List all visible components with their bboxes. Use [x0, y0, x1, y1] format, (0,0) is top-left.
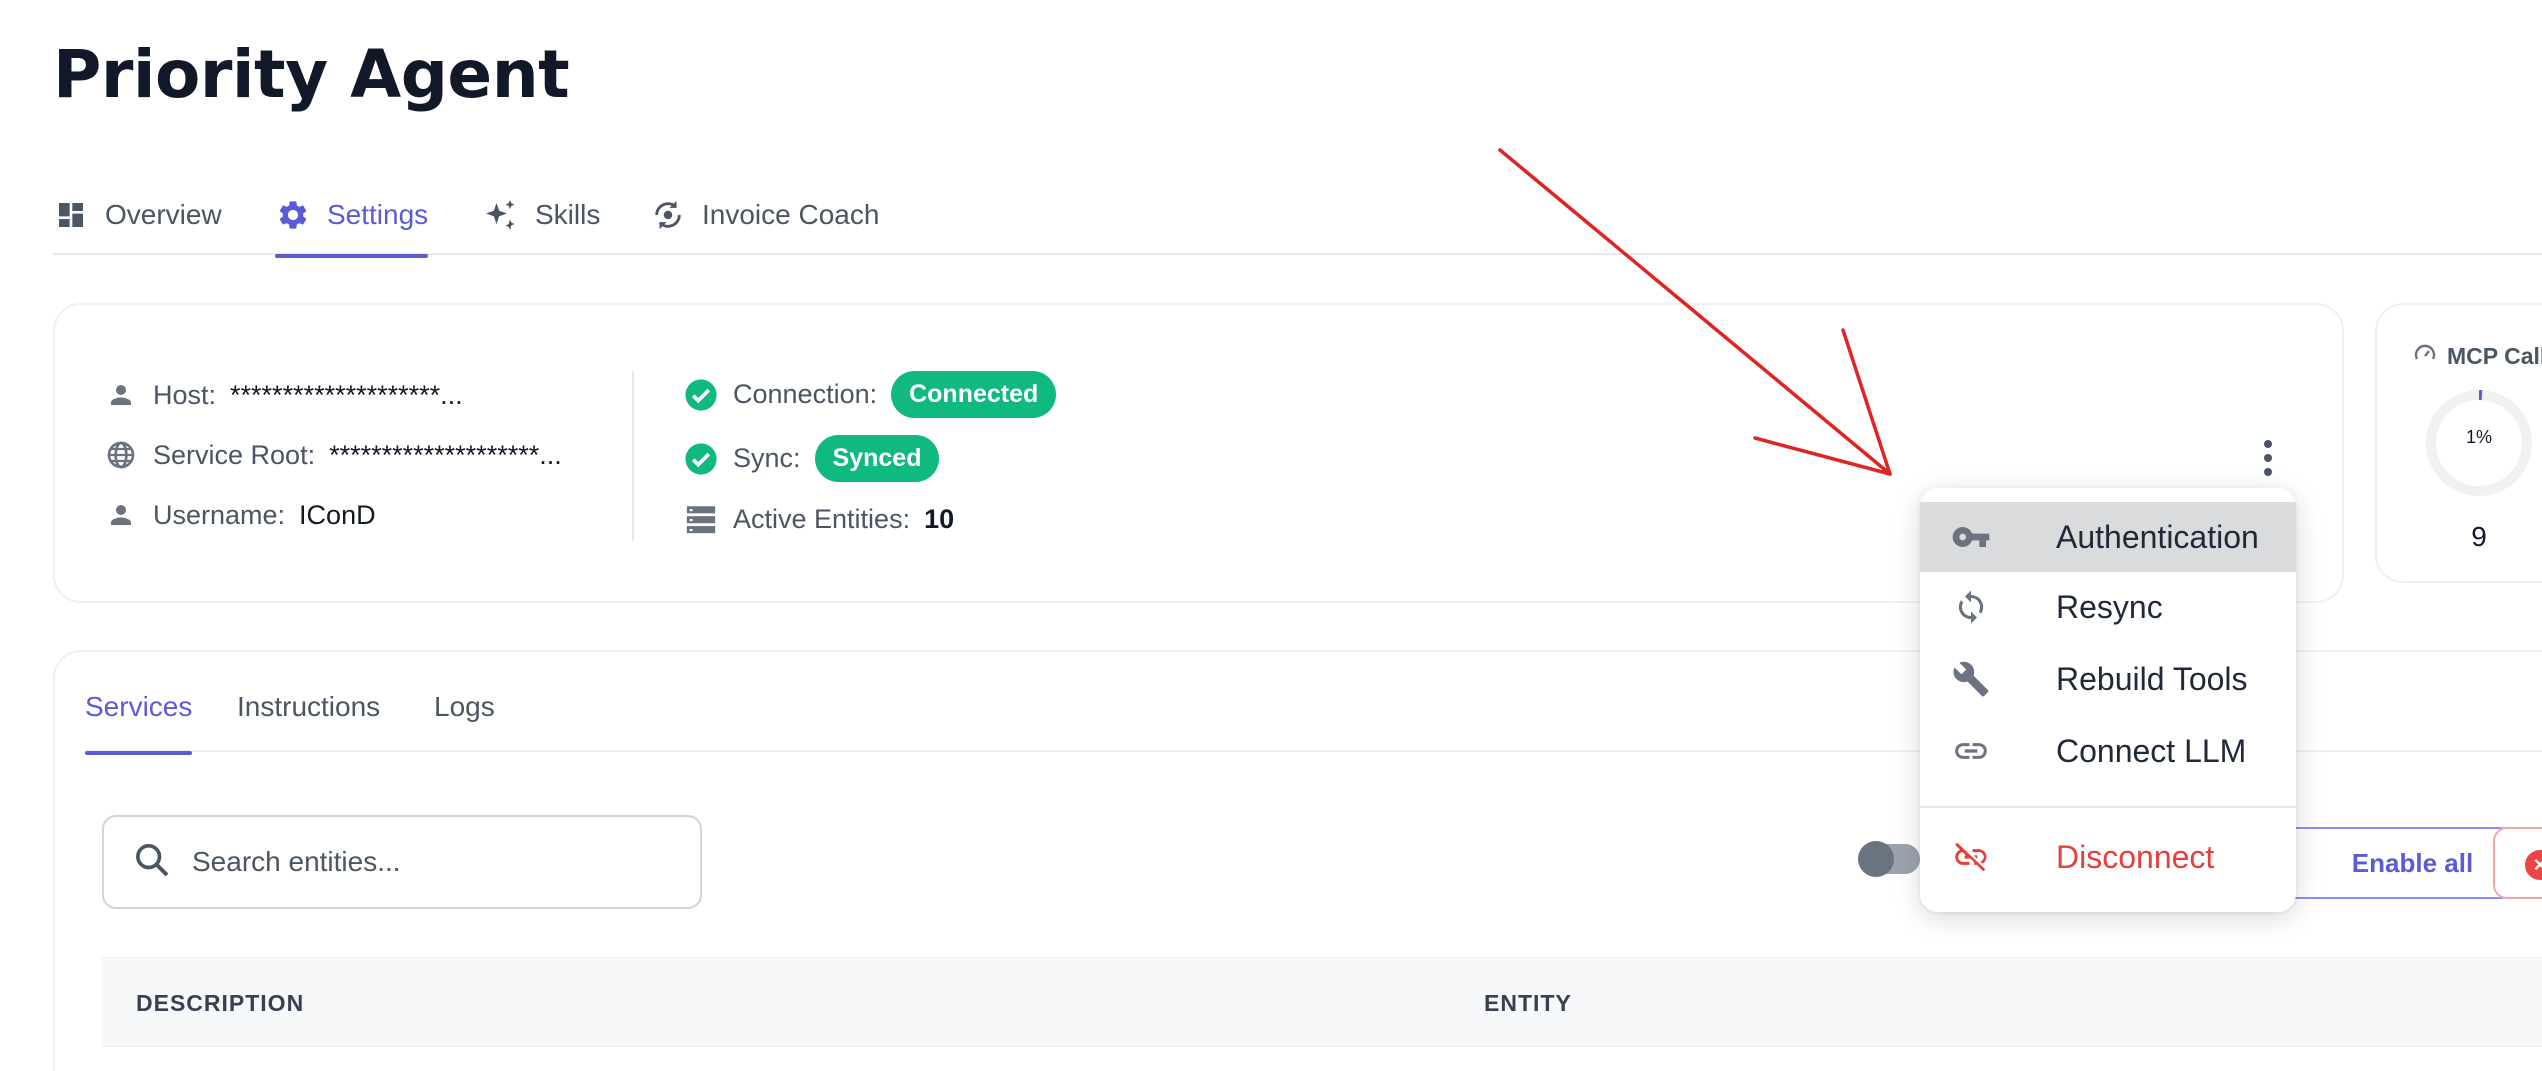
username-row: Username: IConD: [103, 497, 376, 533]
active-entities-label: Active Entities:: [733, 503, 911, 534]
mcp-call-count: 9: [2471, 521, 2487, 552]
more-options-button[interactable]: [2248, 430, 2288, 490]
tab-skills[interactable]: Skills: [483, 175, 600, 255]
search-box: [102, 815, 702, 909]
link-icon: [1950, 730, 1992, 772]
service-root-row: Service Root: ********************...: [103, 437, 562, 473]
wrench-icon: [1950, 658, 1992, 700]
gear-icon: [275, 197, 311, 233]
host-value: ********************...: [230, 379, 463, 410]
page-title: Priority Agent: [53, 36, 570, 113]
menu-item-resync[interactable]: Resync: [1920, 572, 2296, 642]
tab-invoice-coach[interactable]: Invoice Coach: [650, 175, 879, 255]
table-header: DESCRIPTION ENTITY: [102, 957, 2542, 1047]
sync-status-badge: Synced: [814, 435, 940, 482]
menu-item-connect-llm[interactable]: Connect LLM: [1920, 716, 2296, 786]
tab-settings-label: Settings: [327, 199, 429, 230]
username-label: Username:: [153, 499, 286, 530]
tab-skills-label: Skills: [535, 199, 601, 230]
mcp-gauge-percent: 1%: [2465, 427, 2492, 447]
check-circle-icon: [683, 377, 719, 413]
menu-item-disconnect[interactable]: Disconnect: [1920, 822, 2296, 892]
tab-overview[interactable]: Overview: [53, 175, 222, 255]
tab-invoice-coach-label: Invoice Coach: [702, 199, 880, 230]
dashboard-icon: [53, 197, 89, 233]
mcp-calls-card: MCP Call 1% 9: [2375, 303, 2542, 583]
sync-icon: [1950, 586, 1992, 628]
disable-all-button[interactable]: ×: [2493, 827, 2542, 899]
service-root-value: ********************...: [329, 439, 562, 470]
connection-status-badge: Connected: [891, 371, 1057, 418]
search-icon: [132, 840, 172, 885]
menu-item-rebuild-tools[interactable]: Rebuild Tools: [1920, 644, 2296, 714]
tab-overview-label: Overview: [105, 199, 222, 230]
server-stack-icon: [683, 501, 719, 537]
link-off-icon: [1950, 836, 1992, 878]
connection-row: Connection: Connected: [683, 371, 1057, 418]
column-description: DESCRIPTION: [136, 990, 305, 1016]
search-input[interactable]: [192, 846, 672, 878]
column-entity: ENTITY: [1484, 990, 1572, 1016]
top-tab-bar: Overview Settings Skills Invoice Coach: [53, 175, 2542, 258]
person-icon: [103, 497, 139, 533]
options-dropdown-menu: Authentication Resync Rebuild Tools Conn…: [1920, 488, 2296, 912]
sync-row: Sync: Synced: [683, 435, 940, 482]
kebab-icon: [2262, 438, 2274, 483]
check-circle-icon: [683, 441, 719, 477]
person-icon: [103, 377, 139, 413]
tab-settings[interactable]: Settings: [275, 175, 429, 258]
mcp-card-title: MCP Call: [2413, 341, 2542, 371]
menu-divider: [1920, 806, 2296, 808]
tab-instructions[interactable]: Instructions: [237, 682, 380, 752]
tab-logs[interactable]: Logs: [434, 682, 495, 752]
active-entities-value: 10: [924, 503, 955, 534]
sparkles-icon: [483, 197, 519, 233]
username-value: IConD: [299, 499, 376, 530]
host-row: Host: ********************...: [103, 377, 463, 413]
info-divider: [632, 371, 634, 541]
key-icon: [1950, 516, 1992, 558]
globe-icon: [103, 437, 139, 473]
host-label: Host:: [153, 379, 217, 410]
coach-icon: [650, 197, 686, 233]
speedometer-icon: [2413, 341, 2437, 371]
show-enabled-toggle[interactable]: [1858, 841, 1920, 877]
menu-item-authentication[interactable]: Authentication: [1920, 502, 2296, 572]
active-entities-row: Active Entities: 10: [683, 501, 954, 537]
tab-services[interactable]: Services: [85, 682, 193, 755]
connection-label: Connection:: [733, 379, 878, 409]
close-circle-icon: ×: [2525, 850, 2542, 880]
sync-label: Sync:: [733, 443, 801, 473]
service-root-label: Service Root:: [153, 439, 316, 470]
enable-all-button[interactable]: Enable all: [2280, 827, 2515, 899]
